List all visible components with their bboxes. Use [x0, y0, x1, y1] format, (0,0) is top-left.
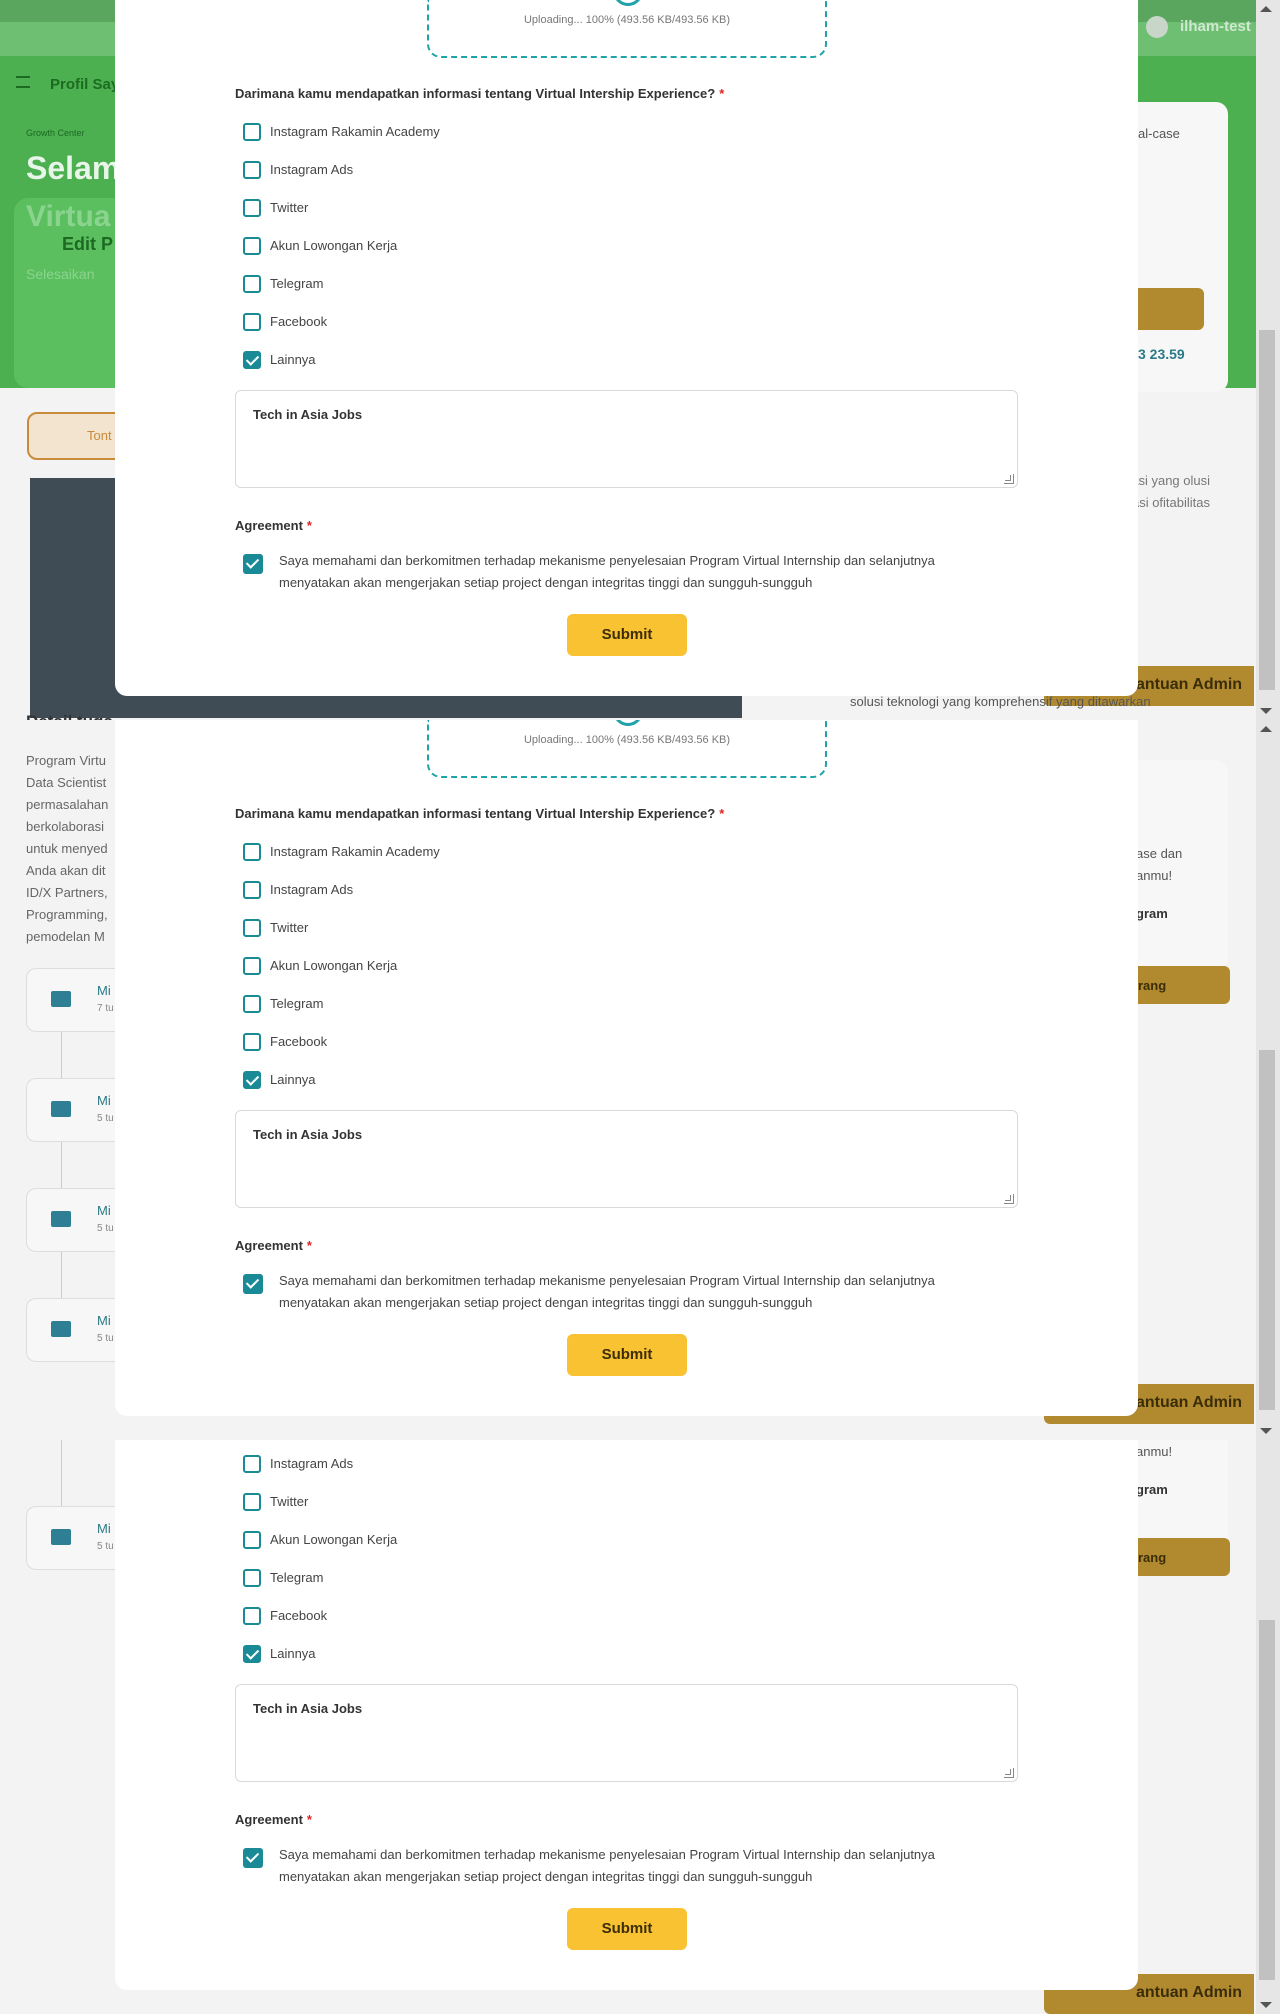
submit-button[interactable]: Submit	[567, 614, 687, 656]
scroll-up-icon[interactable]	[1260, 726, 1272, 732]
edit-profile-link[interactable]: Edit P	[62, 234, 113, 255]
agreement-label: Agreement *	[235, 1812, 312, 1827]
upload-box[interactable]: Uploading... 100% (493.56 KB/493.56 KB)	[427, 0, 827, 58]
upload-progress-icon	[613, 720, 643, 726]
upload-status: Uploading... 100% (493.56 KB/493.56 KB)	[523, 14, 731, 26]
scroll-down-icon[interactable]	[1260, 708, 1272, 714]
company-description-tail: solusi teknologi yang komprehensif yang …	[850, 694, 1151, 709]
browser-user: ilham-test	[1180, 18, 1251, 35]
survey-modal: Instagram Ads Twitter Akun Lowongan Kerj…	[115, 1440, 1138, 1990]
mission-card[interactable]: Mi 5 tu	[26, 1188, 126, 1252]
scroll-up-icon[interactable]	[1260, 6, 1272, 12]
timeline-line	[61, 1032, 62, 1078]
hero-subtitle: Selesaikan	[26, 266, 95, 282]
detail-title: Detail tuga	[26, 712, 113, 720]
menu-icon[interactable]	[16, 76, 30, 88]
logo-caption: Growth Center	[26, 128, 85, 138]
agreement-checkbox[interactable]	[243, 554, 263, 574]
timeline-line	[61, 1142, 62, 1188]
avatar[interactable]	[1146, 16, 1168, 38]
folder-icon	[51, 991, 71, 1007]
checkbox[interactable]	[243, 123, 261, 141]
mission-card[interactable]: Mi 5 tu	[26, 1298, 126, 1362]
checkbox[interactable]	[243, 1493, 261, 1511]
scroll-thumb[interactable]	[1259, 1050, 1275, 1410]
checkbox[interactable]	[243, 881, 261, 899]
tip-label: Tont	[87, 428, 112, 443]
welcome-heading: Selam	[26, 150, 121, 186]
checkbox[interactable]	[243, 1531, 261, 1549]
submit-button[interactable]: Submit	[567, 1334, 687, 1376]
upload-progress-icon	[613, 0, 643, 6]
right-panel-text-2: anmu!	[1136, 868, 1173, 883]
resize-handle-icon[interactable]	[1004, 1768, 1014, 1778]
folder-icon	[51, 1211, 71, 1227]
checkbox[interactable]	[243, 843, 261, 861]
checkbox[interactable]	[243, 995, 261, 1013]
checkbox[interactable]	[243, 237, 261, 255]
question-label: Darimana kamu mendapatkan informasi tent…	[235, 806, 725, 821]
survey-modal: Uploading... 100% (493.56 KB/493.56 KB) …	[115, 0, 1138, 696]
screenshot-frame-1: ilham-test Profil Say Growth Center Sela…	[0, 0, 1280, 720]
checkbox[interactable]	[243, 199, 261, 217]
checkbox[interactable]	[243, 1033, 261, 1051]
other-source-textarea[interactable]: Tech in Asia Jobs	[235, 1110, 1018, 1208]
upload-status: Uploading... 100% (493.56 KB/493.56 KB)	[523, 734, 731, 746]
timeline-line	[61, 1440, 62, 1506]
breadcrumb[interactable]: Profil Say	[50, 76, 119, 93]
agreement-checkbox[interactable]	[243, 1848, 263, 1868]
right-panel-text-1: ase dan	[1136, 846, 1183, 861]
resize-handle-icon[interactable]	[1004, 474, 1014, 484]
mission-card[interactable]: Mi 7 tu	[26, 968, 126, 1032]
folder-icon	[51, 1529, 71, 1545]
right-card-text: al-case	[1138, 126, 1180, 141]
scroll-thumb[interactable]	[1259, 1620, 1275, 1980]
question-label: Darimana kamu mendapatkan informasi tent…	[235, 86, 725, 101]
detail-paragraph: Program Virtu Data Scientist permasalaha…	[26, 753, 109, 944]
submit-button[interactable]: Submit	[567, 1908, 687, 1950]
checkbox[interactable]	[243, 957, 261, 975]
checkbox-checked[interactable]	[243, 351, 261, 369]
right-panel-heading: gram	[1136, 906, 1168, 921]
resize-handle-icon[interactable]	[1004, 1194, 1014, 1204]
mission-card[interactable]: Mi 5 tu	[26, 1506, 126, 1570]
deadline-date: 3 23.59	[1138, 346, 1185, 362]
checkbox[interactable]	[243, 1607, 261, 1625]
other-source-textarea[interactable]: Tech in Asia Jobs	[235, 1684, 1018, 1782]
checkbox-checked[interactable]	[243, 1645, 261, 1663]
checkbox[interactable]	[243, 161, 261, 179]
screenshot-frame-3: anmu! gram rang Mi 5 tu antuan Admin Inst…	[0, 1440, 1280, 2014]
checkbox[interactable]	[243, 1455, 261, 1473]
folder-icon	[51, 1101, 71, 1117]
scrollbar[interactable]	[1256, 0, 1280, 720]
scroll-down-icon[interactable]	[1260, 2002, 1272, 2008]
scroll-thumb[interactable]	[1259, 330, 1275, 690]
checkbox[interactable]	[243, 313, 261, 331]
timeline-line	[61, 1252, 62, 1298]
scrollbar[interactable]	[1256, 720, 1280, 1440]
checkbox-checked[interactable]	[243, 1071, 261, 1089]
other-source-textarea[interactable]: Tech in Asia Jobs	[235, 390, 1018, 488]
survey-modal: Uploading... 100% (493.56 KB/493.56 KB) …	[115, 720, 1138, 1416]
mission-card[interactable]: Mi 5 tu	[26, 1078, 126, 1142]
checkbox[interactable]	[243, 1569, 261, 1587]
checkbox[interactable]	[243, 275, 261, 293]
virtual-heading: Virtua	[26, 200, 111, 233]
right-panel-text-2: anmu!	[1136, 1444, 1173, 1459]
agreement-label: Agreement *	[235, 1238, 312, 1253]
screenshot-frame-2: Program Virtu Data Scientist permasalaha…	[0, 720, 1280, 1440]
checkbox[interactable]	[243, 919, 261, 937]
agreement-label: Agreement *	[235, 518, 312, 533]
agreement-checkbox[interactable]	[243, 1274, 263, 1294]
scroll-down-icon[interactable]	[1260, 1428, 1272, 1434]
folder-icon	[51, 1321, 71, 1337]
right-panel-heading: gram	[1136, 1482, 1168, 1497]
scrollbar[interactable]	[1256, 1440, 1280, 2014]
upload-box[interactable]: Uploading... 100% (493.56 KB/493.56 KB)	[427, 720, 827, 778]
